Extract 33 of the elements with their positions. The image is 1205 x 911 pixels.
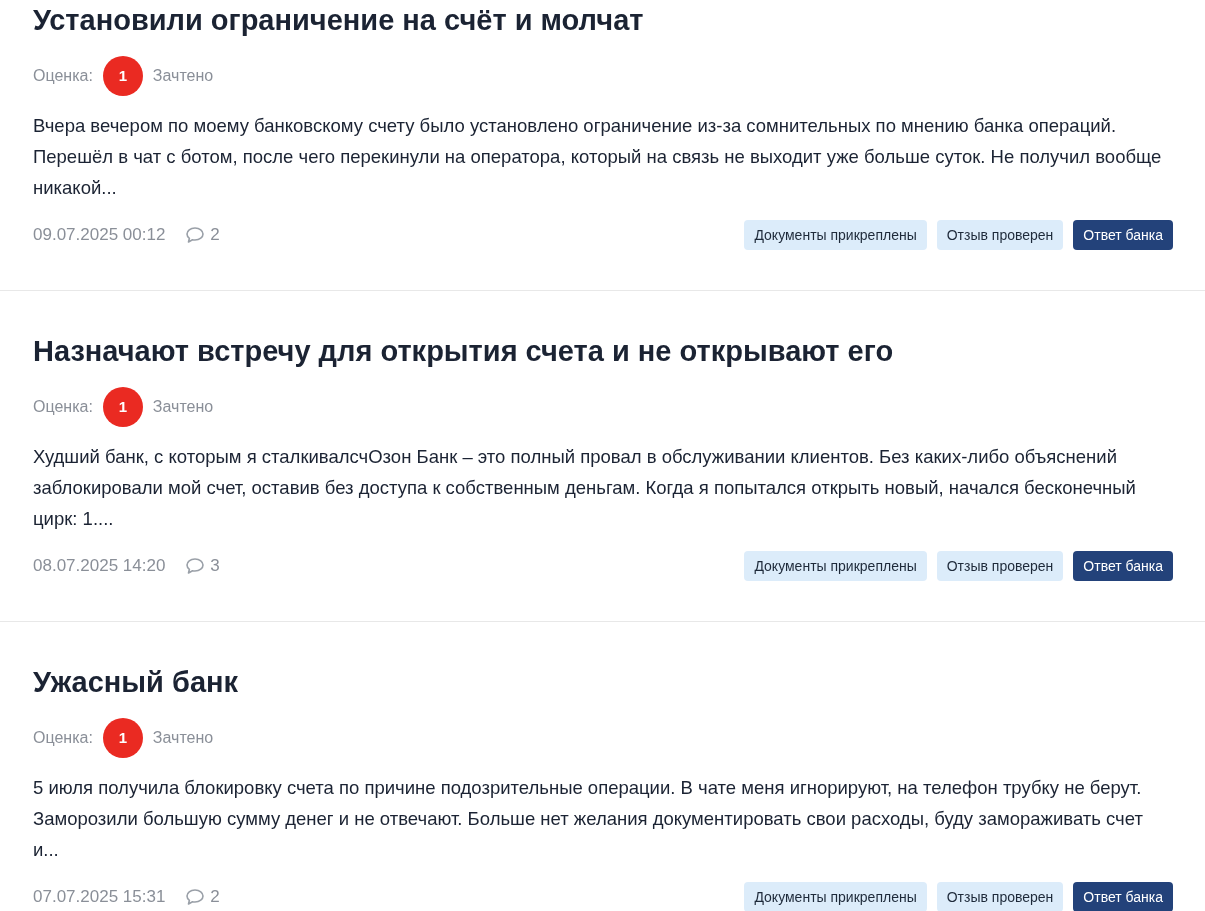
review-title[interactable]: Ужасный банк [33, 662, 1173, 702]
review-text: Худший банк, с которым я сталкивалсчОзон Банк – это полный провал в обслуживании клиентов. Без каких-либо объяснений заблокировали мой счет, оставив без доступа к собственным деньгам. Когда я попытался открыть новый, начался бесконечный цирк: 1.... [33, 445, 1137, 531]
review-text: 5 июля получила блокировку счета по причине подозрительные операции. В чате меня игнорируют, на телефон трубку не берут. Заморозили большую сумму денег и не отвечают. Больше нет желания документировать свои расходы, буду замораживать счет и... [33, 776, 1144, 862]
review-date: 09.07.2025 00:12 [33, 224, 166, 247]
review-tag: Ответ банка [1073, 551, 1173, 581]
review-tag: Отзыв проверен [936, 551, 1064, 581]
rating-badge: 1 [102, 387, 143, 427]
rating-status: Зачтено [152, 397, 214, 417]
comment-icon [185, 226, 206, 244]
rating-badge: 1 [102, 718, 143, 758]
review-text: Вчера вечером по моему банковскому счету было установлено ограничение из-за сомнительных по мнению банка операций. Перешёл в чат с ботом, после чего перекинули на оператора, который на связь не выходит уже больше суток. Не получил вообще никакой... [33, 114, 1163, 200]
review-tag: Документы прикреплены [744, 551, 927, 581]
comment-icon [185, 888, 206, 906]
rating-badge: 1 [102, 56, 143, 96]
rating-label: Оценка: [33, 66, 93, 86]
rating-status: Зачтено [152, 728, 214, 748]
rating-status: Зачтено [152, 66, 214, 86]
review-tag: Ответ банка [1073, 882, 1173, 911]
review-date: 07.07.2025 15:31 [33, 886, 166, 909]
review-tag: Ответ банка [1073, 220, 1173, 250]
comment-count: 2 [210, 886, 220, 909]
review-tag: Документы прикреплены [744, 882, 927, 911]
comment-count: 3 [210, 555, 220, 578]
review-tag: Отзыв проверен [936, 220, 1064, 250]
review-title[interactable]: Установили ограничение на счёт и молчат [33, 0, 1173, 40]
review-title[interactable]: Назначают встречу для открытия счета и не открывают его [33, 331, 1173, 371]
rating-label: Оценка: [33, 397, 93, 417]
review-tag: Документы прикреплены [744, 220, 927, 250]
rating-label: Оценка: [33, 728, 93, 748]
comment-icon [185, 557, 206, 575]
review-date: 08.07.2025 14:20 [33, 555, 166, 578]
review-tag: Отзыв проверен [936, 882, 1064, 911]
comment-count: 2 [210, 224, 220, 247]
